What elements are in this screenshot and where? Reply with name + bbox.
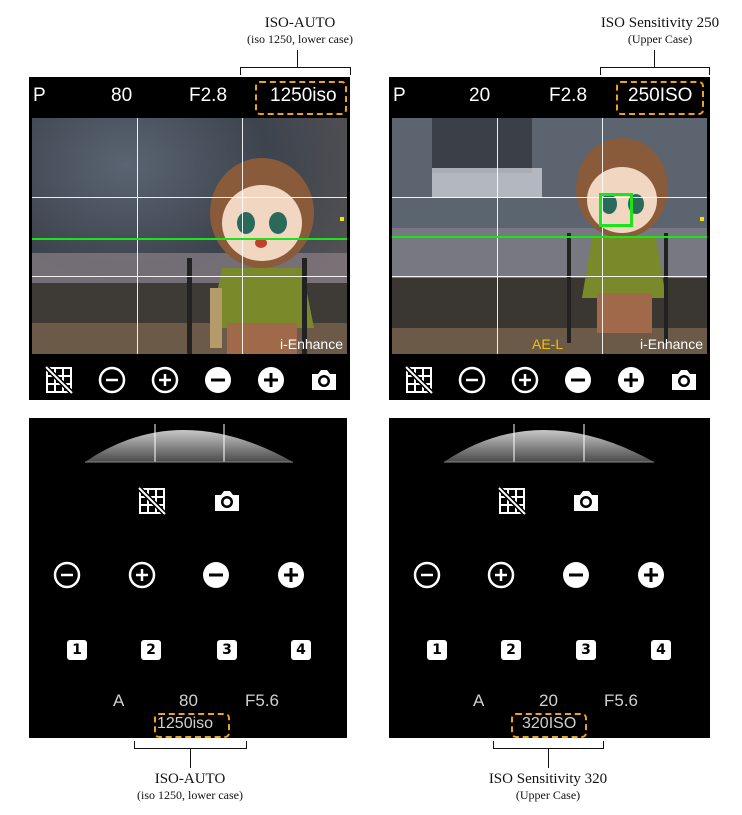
camera-status-bar: P 80 F2.8 1250iso <box>29 77 350 117</box>
exposure-mode: A <box>113 691 125 710</box>
level-indicator <box>340 217 344 221</box>
picture-mode-label: i-Enhance <box>639 336 703 352</box>
grid-line <box>392 197 707 198</box>
aperture: F2.8 <box>549 85 588 106</box>
annotation-connector <box>297 50 298 67</box>
button-2[interactable]: 2 <box>501 640 521 660</box>
grid-off-icon[interactable] <box>402 363 436 397</box>
annotation-subtitle: (iso 1250, lower case) <box>137 788 243 802</box>
button-3[interactable]: 3 <box>217 640 237 660</box>
annotation-connector <box>548 748 549 768</box>
level-gauge-line <box>392 236 707 238</box>
annotation-title: ISO-AUTO <box>264 15 336 31</box>
annotation-connector <box>190 748 191 768</box>
iso-highlight-box <box>616 81 704 115</box>
ae-lock-label: AE-L <box>532 336 564 352</box>
shutter-speed: 80 <box>111 85 133 106</box>
dial-arc[interactable] <box>389 418 710 468</box>
annotation-bracket <box>240 67 351 75</box>
grid-line <box>32 197 347 198</box>
camera-icon[interactable] <box>307 363 341 397</box>
grid-line <box>137 118 138 354</box>
iso-highlight-box <box>154 713 230 738</box>
annotation-title: ISO Sensitivity 320 <box>488 771 608 787</box>
dial-arc[interactable] <box>29 418 347 468</box>
exposure-mode: A <box>473 691 485 710</box>
minus-circle-outline-icon[interactable] <box>410 558 444 592</box>
camera-icon[interactable] <box>569 484 603 518</box>
live-view-image <box>32 118 347 354</box>
plus-circle-outline-icon[interactable] <box>508 363 542 397</box>
grid-line <box>242 118 243 354</box>
minus-circle-outline-icon[interactable] <box>95 363 129 397</box>
focus-frame <box>599 193 633 227</box>
annotation-subtitle: (Upper Case) <box>627 32 693 46</box>
remote-panel-left: 1 2 3 4 A 80 F5.6 1250iso <box>29 418 347 738</box>
control-icon-row <box>29 363 350 397</box>
camera-status-bar: P 20 F2.8 250ISO <box>389 77 710 117</box>
exposure-mode: P <box>393 85 406 106</box>
button-1[interactable]: 1 <box>427 640 447 660</box>
camera-icon[interactable] <box>210 484 244 518</box>
shutter-speed: 80 <box>179 691 198 710</box>
plus-circle-filled-icon[interactable] <box>274 558 308 592</box>
minus-circle-filled-icon[interactable] <box>561 363 595 397</box>
button-3[interactable]: 3 <box>576 640 596 660</box>
plus-circle-outline-icon[interactable] <box>484 558 518 592</box>
minus-circle-filled-icon[interactable] <box>559 558 593 592</box>
button-1[interactable]: 1 <box>67 640 87 660</box>
annotation-subtitle: (Upper Case) <box>515 788 581 802</box>
shutter-speed: 20 <box>539 691 558 710</box>
camera-icon[interactable] <box>667 363 701 397</box>
annotation-title: ISO Sensitivity 250 <box>600 15 720 31</box>
level-indicator <box>700 217 704 221</box>
plus-circle-filled-icon[interactable] <box>254 363 288 397</box>
annotation-top-right: ISO Sensitivity 250 (Upper Case) <box>578 14 742 47</box>
annotation-subtitle: (iso 1250, lower case) <box>247 32 353 46</box>
level-gauge-line <box>32 238 347 240</box>
control-icon-row <box>389 363 710 397</box>
minus-circle-filled-icon[interactable] <box>199 558 233 592</box>
annotation-bracket <box>600 67 710 75</box>
camera-screen-right: P 20 F2.8 250ISO AE-L i-Enhance <box>389 77 710 400</box>
minus-circle-filled-icon[interactable] <box>201 363 235 397</box>
iso-highlight-box <box>511 713 587 738</box>
minus-circle-outline-icon[interactable] <box>455 363 489 397</box>
live-view: i-Enhance <box>32 118 347 354</box>
grid-off-icon[interactable] <box>495 484 529 518</box>
camera-screen-left: P 80 F2.8 1250iso i-Enhance <box>29 77 350 400</box>
plus-circle-outline-icon[interactable] <box>125 558 159 592</box>
exposure-mode: P <box>33 85 46 106</box>
plus-circle-filled-icon[interactable] <box>634 558 668 592</box>
annotation-bottom-left: ISO-AUTO (iso 1250, lower case) <box>110 770 270 803</box>
minus-circle-outline-icon[interactable] <box>50 558 84 592</box>
button-2[interactable]: 2 <box>141 640 161 660</box>
aperture: F5.6 <box>245 691 280 710</box>
grid-off-icon[interactable] <box>42 363 76 397</box>
grid-line <box>392 276 707 277</box>
button-4[interactable]: 4 <box>651 640 671 660</box>
grid-off-icon[interactable] <box>135 484 169 518</box>
picture-mode-label: i-Enhance <box>279 336 343 352</box>
remote-panel-right: 1 2 3 4 A 20 F5.6 320ISO <box>389 418 710 738</box>
plus-circle-outline-icon[interactable] <box>148 363 182 397</box>
button-4[interactable]: 4 <box>291 640 311 660</box>
annotation-connector <box>654 50 655 67</box>
iso-highlight-box <box>255 81 347 115</box>
shutter-speed: 20 <box>469 85 491 106</box>
annotation-bottom-right: ISO Sensitivity 320 (Upper Case) <box>466 770 630 803</box>
aperture: F5.6 <box>604 691 639 710</box>
annotation-top-left: ISO-AUTO (iso 1250, lower case) <box>220 14 380 47</box>
live-view: AE-L i-Enhance <box>392 118 707 354</box>
grid-line <box>32 276 347 277</box>
aperture: F2.8 <box>189 85 228 106</box>
annotation-title: ISO-AUTO <box>154 771 226 787</box>
plus-circle-filled-icon[interactable] <box>614 363 648 397</box>
